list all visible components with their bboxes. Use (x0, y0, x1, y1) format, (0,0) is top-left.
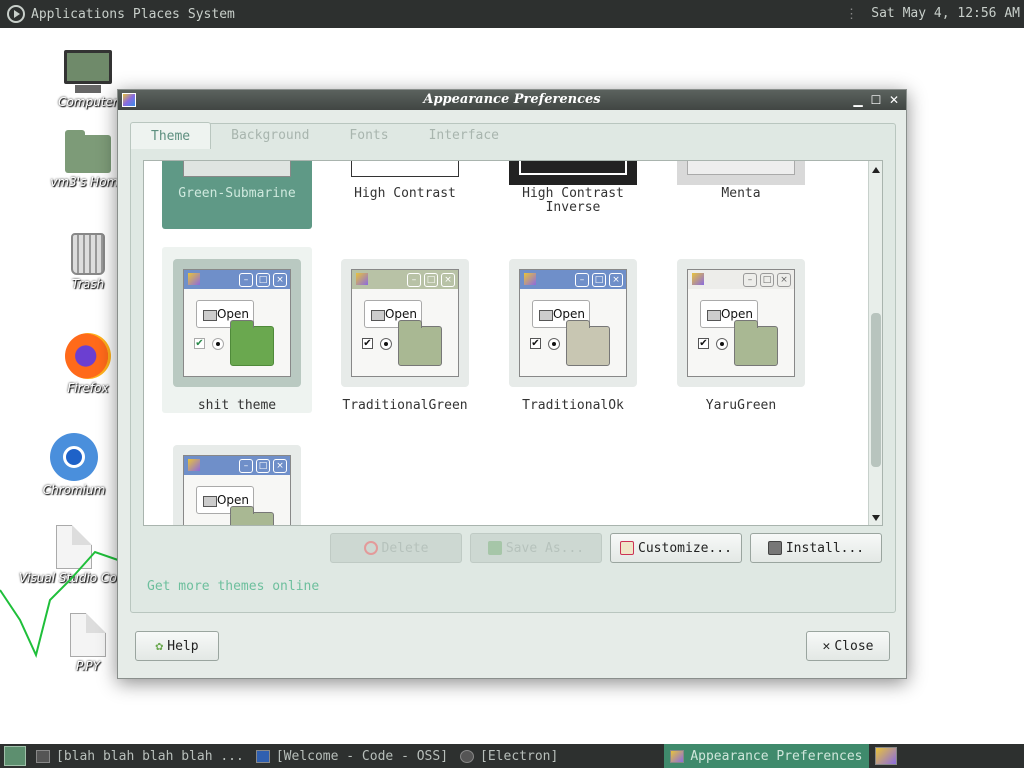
taskbar-item-label: [blah blah blah blah ... (56, 748, 244, 764)
edit-icon (620, 541, 635, 555)
tab-theme[interactable]: Theme (130, 122, 212, 149)
install-button-label: Install... (785, 540, 865, 556)
theme-name: YaruGreen (705, 398, 777, 413)
clock[interactable]: Sat May 4, 12:56 AM (871, 6, 1020, 21)
theme-preview: – □ × Open ✔ (677, 259, 805, 387)
scroll-up-icon[interactable] (872, 167, 880, 173)
menu-system[interactable]: System (188, 7, 235, 22)
tab-bar: Theme Background Fonts Interface (130, 122, 519, 149)
theme-preview: – □ × Open ✔ (509, 259, 637, 387)
theme-action-buttons: Delete Save As... Customize... Install..… (330, 533, 882, 563)
scrollbar-thumb[interactable] (871, 313, 881, 467)
delete-button[interactable]: Delete (330, 533, 462, 563)
theme-name: High Contrast (354, 186, 456, 201)
theme-shit-theme[interactable]: – □ × Open ✔ shit theme (162, 247, 312, 413)
menu-applications[interactable]: Applications (31, 7, 125, 22)
theme-preview: – □ × Open ✔ (341, 259, 469, 387)
theme-high-contrast-inverse[interactable]: High Contrast Inverse (498, 161, 648, 215)
top-panel: Applications Places System ⋮ Sat May 4, … (0, 0, 1024, 28)
home-folder-icon (65, 130, 111, 173)
theme-partial-row3[interactable]: – □ × Open (162, 445, 312, 525)
distro-logo-icon[interactable] (7, 5, 25, 23)
theme-preview (677, 161, 805, 185)
theme-preview: – □ × Open (173, 445, 301, 525)
taskbar-item-appearance[interactable]: Appearance Preferences (664, 744, 869, 768)
code-icon (255, 749, 270, 763)
theme-preview (509, 161, 637, 185)
customize-button-label: Customize... (638, 540, 732, 556)
minimize-icon[interactable]: ▁ (852, 90, 864, 110)
theme-name: Menta (721, 186, 761, 201)
taskbar-item-label: [Welcome - Code - OSS] (275, 748, 449, 764)
delete-icon (363, 541, 378, 555)
save-as-button-label: Save As... (505, 540, 585, 556)
theme-preview (183, 161, 291, 177)
taskbar-item-terminal[interactable]: [blah blah blah blah ... (30, 744, 250, 768)
theme-high-contrast[interactable]: High Contrast (330, 161, 480, 201)
app-icon (122, 93, 136, 107)
electron-icon (460, 749, 475, 763)
scroll-down-icon[interactable] (872, 515, 880, 521)
firefox-icon (65, 333, 111, 379)
save-icon (487, 541, 502, 555)
theme-green-submarine[interactable]: Green-Submarine (162, 161, 312, 229)
install-button[interactable]: Install... (750, 533, 882, 563)
chromium-icon (50, 433, 98, 481)
computer-icon (33, 50, 143, 93)
theme-traditional-ok[interactable]: – □ × Open ✔ TraditionalOk (498, 259, 648, 413)
theme-yaru-green[interactable]: – □ × Open ✔ YaruGreen (666, 259, 816, 413)
tab-interface[interactable]: Interface (409, 123, 519, 149)
appearance-icon (670, 749, 685, 763)
theme-name: TraditionalOk (522, 398, 624, 413)
desktop-icon-label: Chromium (42, 483, 106, 497)
help-button-label: Help (167, 638, 199, 654)
theme-name: TraditionalGreen (342, 398, 468, 413)
taskbar-item-label: [Electron] (480, 748, 559, 764)
window-titlebar[interactable]: Appearance Preferences ▁ ☐ ✕ (118, 90, 906, 110)
show-desktop-icon[interactable] (4, 746, 26, 766)
close-window-icon[interactable]: ✕ (888, 90, 900, 110)
tab-fonts[interactable]: Fonts (329, 123, 408, 149)
theme-traditional-green[interactable]: – □ × Open ✔ TraditionalGreen (330, 259, 480, 413)
close-icon: ✕ (822, 638, 831, 654)
tab-background[interactable]: Background (211, 123, 329, 149)
theme-name: High Contrast Inverse (522, 186, 624, 215)
theme-name: Green-Submarine (178, 186, 296, 201)
theme-preview: – □ × Open ✔ (173, 259, 301, 387)
maximize-icon[interactable]: ☐ (870, 90, 882, 110)
taskbar-item-electron[interactable]: [Electron] (454, 744, 564, 768)
desktop-icon-chromium[interactable]: Chromium (19, 433, 129, 497)
appearance-preferences-window: Appearance Preferences ▁ ☐ ✕ Theme Backg… (117, 89, 907, 679)
menu-places[interactable]: Places (133, 7, 180, 22)
theme-list[interactable]: Green-Submarine High Contrast High Contr… (143, 160, 883, 526)
trash-icon (71, 233, 105, 275)
window-title: Appearance Preferences (423, 92, 601, 107)
get-more-themes-link[interactable]: Get more themes online (147, 579, 319, 594)
close-button-label: Close (834, 638, 874, 654)
help-button[interactable]: ✿ Help (135, 631, 219, 661)
wallpaper-line (0, 550, 119, 658)
close-button[interactable]: ✕ Close (806, 631, 890, 661)
panel-separator: ⋮ (845, 7, 858, 22)
taskbar-item-code[interactable]: [Welcome - Code - OSS] (250, 744, 454, 768)
theme-list-scrollbar[interactable] (868, 161, 882, 525)
help-icon: ✿ (155, 638, 164, 654)
theme-name: shit theme (197, 398, 277, 413)
theme-preview (351, 161, 459, 177)
theme-menta[interactable]: Menta (666, 161, 816, 201)
taskbar-tray-app[interactable] (869, 744, 909, 768)
taskbar: [blah blah blah blah ... [Welcome - Code… (0, 744, 1024, 768)
save-as-button[interactable]: Save As... (470, 533, 602, 563)
folder-icon (767, 541, 782, 555)
terminal-icon (36, 749, 50, 763)
delete-button-label: Delete (381, 540, 429, 556)
taskbar-item-label: Appearance Preferences (690, 748, 863, 764)
customize-button[interactable]: Customize... (610, 533, 742, 563)
tray-app-icon (874, 747, 897, 765)
